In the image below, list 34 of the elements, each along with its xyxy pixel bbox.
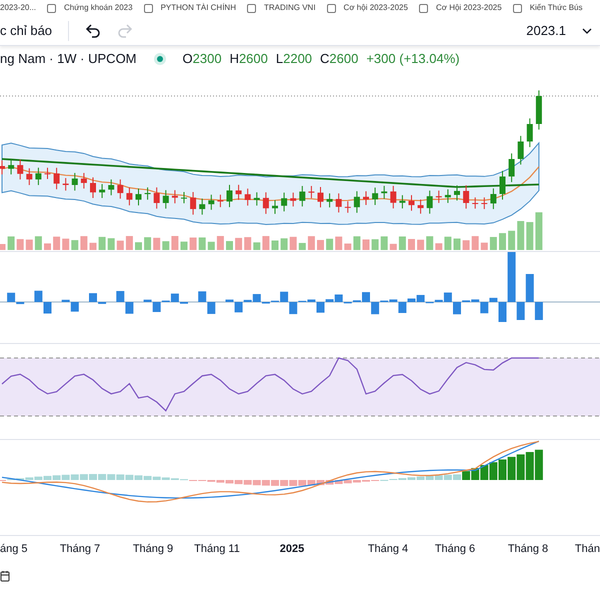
status-dot-icon xyxy=(152,52,167,66)
ohlc-value: L2200 xyxy=(276,50,312,68)
ohlc-value: O2300 xyxy=(182,50,222,68)
folder-icon xyxy=(246,4,256,12)
axis-month-label: áng 5 xyxy=(0,542,28,557)
indicators-button[interactable]: c chỉ báo xyxy=(0,20,52,40)
bookmark-link[interactable]: Kiến Thức Bús xyxy=(530,2,582,14)
folder-icon xyxy=(47,4,56,12)
folder-icon xyxy=(418,4,428,12)
axis-month-label: Tháng 7 xyxy=(60,542,100,557)
range-dropdown[interactable]: 2023.1 xyxy=(526,20,592,40)
calendar-icon[interactable] xyxy=(0,570,10,582)
bookmark-link[interactable]: Chứng khoán 2023 xyxy=(64,2,133,14)
caret-icon xyxy=(582,28,592,34)
bookmark-link[interactable]: PYTHON TÀI CHÍNH xyxy=(160,2,236,14)
folder-icon xyxy=(326,4,336,12)
axis-month-label: Tháng 11 xyxy=(194,542,240,557)
ohlc-value: C2600 xyxy=(320,50,358,68)
axis-month-label: Thán xyxy=(574,542,600,557)
axis-year-label: 2025 xyxy=(280,542,304,557)
price-change: +300 (+13.04%) xyxy=(366,50,460,68)
axis-month-label: Tháng 4 xyxy=(368,542,408,557)
ohlc-value: H2600 xyxy=(230,50,268,68)
bookmark-link[interactable]: 2023-20... xyxy=(0,2,36,14)
folder-icon xyxy=(512,4,522,12)
undo-icon[interactable] xyxy=(85,24,102,38)
bookmark-link[interactable]: Cơ Hội 2023-2025 xyxy=(436,2,502,14)
axis-month-label: Tháng 6 xyxy=(434,542,476,557)
axis-month-label: Tháng 8 xyxy=(508,542,548,557)
bookmark-link[interactable]: Cơ hội 2023-2025 xyxy=(344,2,408,14)
bookmark-link[interactable]: TRADING VNI xyxy=(264,2,316,14)
symbol-title: ng Nam · 1W · UPCOM xyxy=(0,50,137,68)
folder-icon xyxy=(144,4,153,12)
axis-month-label: Tháng 9 xyxy=(132,542,174,557)
